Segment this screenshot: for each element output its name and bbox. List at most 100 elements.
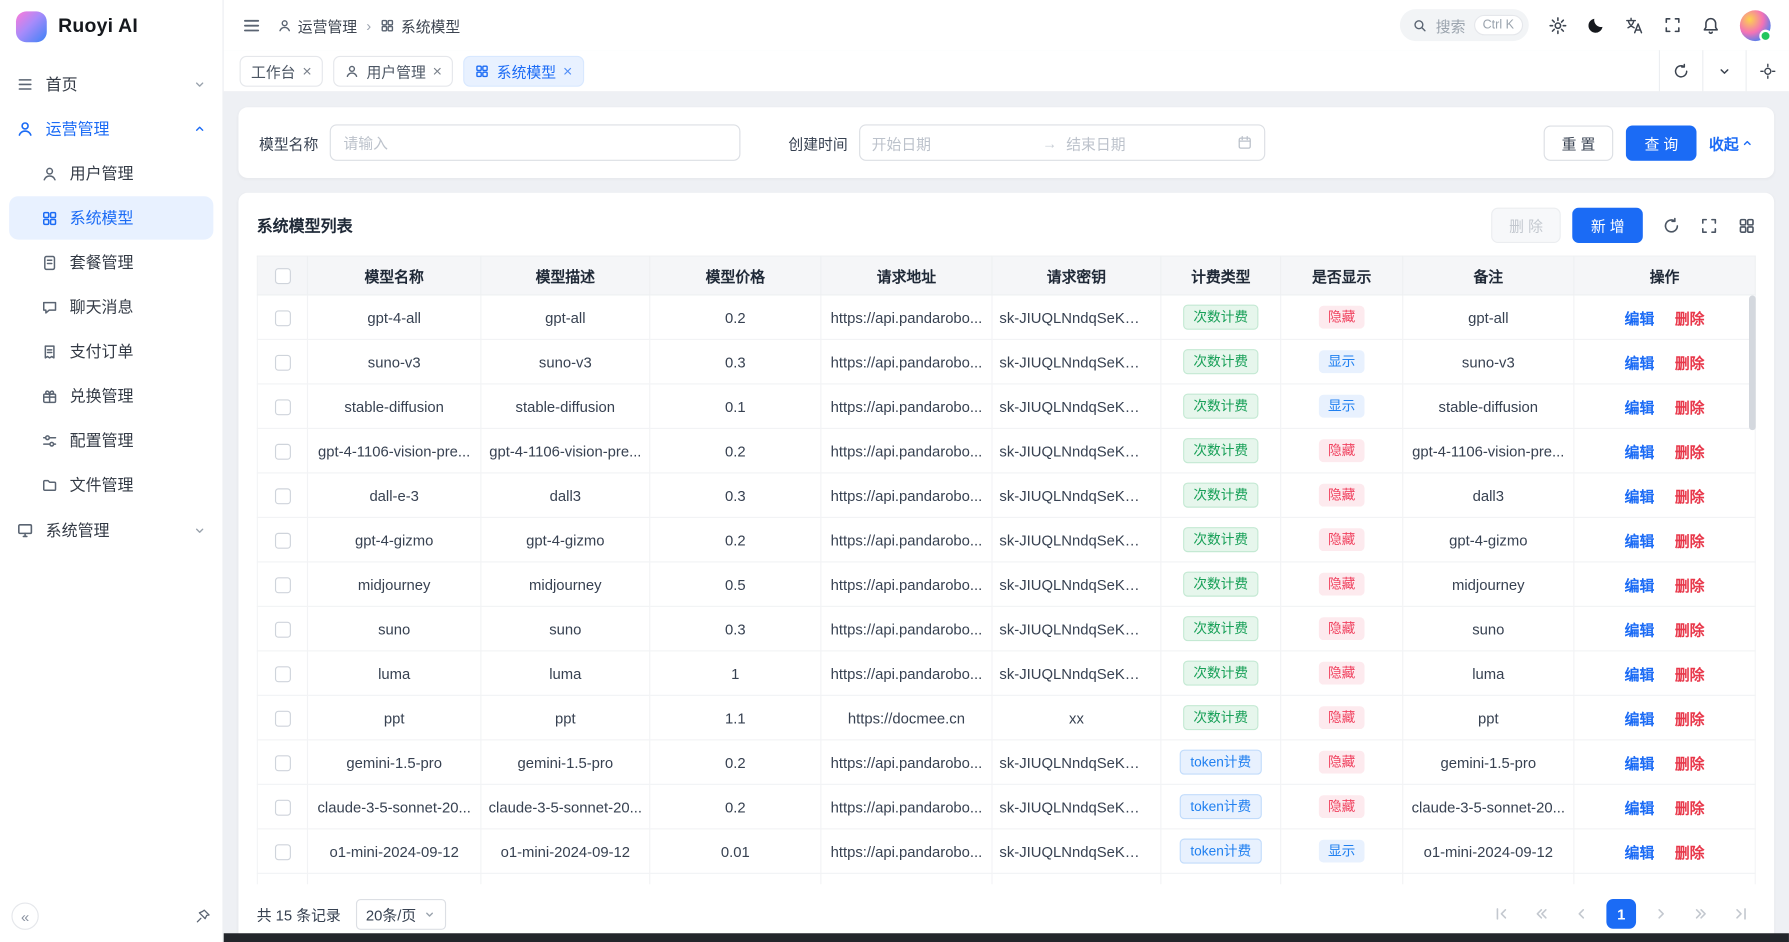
row-delete-link[interactable]: 删除 <box>1675 354 1705 371</box>
sidebar-item-config-management[interactable]: 配置管理 <box>9 419 213 462</box>
edit-link[interactable]: 编辑 <box>1625 443 1655 460</box>
row-delete-link[interactable]: 删除 <box>1675 488 1705 505</box>
last-page-icon[interactable] <box>1726 899 1756 929</box>
column-settings-icon[interactable] <box>1738 216 1756 234</box>
date-range-picker[interactable]: 开始日期 → 结束日期 <box>859 124 1265 161</box>
next-page-icon[interactable] <box>1646 899 1676 929</box>
row-delete-link[interactable]: 删除 <box>1675 755 1705 772</box>
prev-page-icon[interactable] <box>1566 899 1596 929</box>
translate-icon[interactable] <box>1625 15 1644 34</box>
close-icon[interactable]: × <box>433 63 442 79</box>
sidebar-item-payment-orders[interactable]: 支付订单 <box>9 330 213 373</box>
column-header[interactable]: 请求地址 <box>821 256 992 295</box>
row-checkbox[interactable] <box>274 444 290 460</box>
edit-link[interactable]: 编辑 <box>1625 799 1655 816</box>
close-icon[interactable]: × <box>302 63 311 79</box>
column-header[interactable]: 备注 <box>1403 256 1574 295</box>
row-checkbox[interactable] <box>274 622 290 638</box>
column-header[interactable]: 模型名称 <box>307 256 480 295</box>
row-checkbox[interactable] <box>274 800 290 816</box>
reset-button[interactable]: 重 置 <box>1543 125 1613 160</box>
edit-link[interactable]: 编辑 <box>1625 666 1655 683</box>
user-avatar[interactable] <box>1740 10 1771 41</box>
first-page-icon[interactable] <box>1487 899 1517 929</box>
refresh-icon[interactable] <box>1662 216 1680 234</box>
row-delete-link[interactable]: 删除 <box>1675 710 1705 727</box>
current-page-button[interactable]: 1 <box>1606 899 1636 929</box>
notifications-bell-icon[interactable] <box>1701 15 1720 34</box>
sidebar-collapse-button[interactable]: « <box>11 902 38 929</box>
edit-link[interactable]: 编辑 <box>1625 399 1655 416</box>
row-delete-link[interactable]: 删除 <box>1675 799 1705 816</box>
sidebar-item-package-management[interactable]: 套餐管理 <box>9 241 213 284</box>
row-checkbox[interactable] <box>274 533 290 549</box>
table-fullscreen-icon[interactable] <box>1700 216 1718 234</box>
sidebar-item-home[interactable]: 首页 <box>0 62 222 106</box>
column-header[interactable]: 计费类型 <box>1161 256 1281 295</box>
row-checkbox[interactable] <box>274 666 290 682</box>
add-button[interactable]: 新 增 <box>1573 208 1643 243</box>
tab-system-models[interactable]: 系统模型 × <box>464 55 584 86</box>
sidebar-item-exchange-management[interactable]: 兑换管理 <box>9 374 213 417</box>
row-delete-link[interactable]: 删除 <box>1675 577 1705 594</box>
hamburger-menu-icon[interactable] <box>242 15 261 34</box>
column-header[interactable]: 操作 <box>1574 256 1755 295</box>
edit-link[interactable]: 编辑 <box>1625 488 1655 505</box>
edit-link[interactable]: 编辑 <box>1625 532 1655 549</box>
global-search[interactable]: 搜索 Ctrl K <box>1400 9 1528 41</box>
column-header[interactable]: 模型价格 <box>650 256 821 295</box>
row-delete-link[interactable]: 删除 <box>1675 310 1705 327</box>
maximize-content-icon[interactable] <box>1746 50 1789 91</box>
tab-user-management[interactable]: 用户管理 × <box>333 55 453 86</box>
row-delete-link[interactable]: 删除 <box>1675 532 1705 549</box>
dark-mode-moon-icon[interactable] <box>1587 16 1605 34</box>
vertical-scrollbar[interactable] <box>1749 295 1756 884</box>
row-delete-link[interactable]: 删除 <box>1675 844 1705 861</box>
model-name-input[interactable] <box>330 124 741 161</box>
edit-link[interactable]: 编辑 <box>1625 844 1655 861</box>
settings-gear-icon[interactable] <box>1548 15 1567 34</box>
query-button[interactable]: 查 询 <box>1626 125 1696 160</box>
sidebar-item-file-management[interactable]: 文件管理 <box>9 463 213 506</box>
row-checkbox[interactable] <box>274 577 290 593</box>
edit-link[interactable]: 编辑 <box>1625 755 1655 772</box>
sidebar-item-chat-messages[interactable]: 聊天消息 <box>9 285 213 328</box>
chevron-down-icon[interactable] <box>1702 50 1745 91</box>
sidebar-item-user-management[interactable]: 用户管理 <box>9 152 213 195</box>
breadcrumb-item-system-models[interactable]: 系统模型 <box>380 14 460 36</box>
scrollbar-thumb[interactable] <box>1749 295 1756 430</box>
column-header[interactable]: 是否显示 <box>1281 256 1403 295</box>
row-checkbox[interactable] <box>274 844 290 860</box>
row-checkbox[interactable] <box>274 488 290 504</box>
refresh-icon[interactable] <box>1659 50 1702 91</box>
row-checkbox[interactable] <box>274 310 290 326</box>
collapse-filter-link[interactable]: 收起 <box>1709 132 1754 154</box>
sidebar-item-operations[interactable]: 运营管理 <box>0 106 222 150</box>
page-size-select[interactable]: 20条/页 <box>356 898 446 929</box>
row-delete-link[interactable]: 删除 <box>1675 443 1705 460</box>
sidebar-item-system-models[interactable]: 系统模型 <box>9 196 213 239</box>
row-checkbox[interactable] <box>274 755 290 771</box>
row-delete-link[interactable]: 删除 <box>1675 399 1705 416</box>
row-checkbox[interactable] <box>274 355 290 371</box>
pin-icon[interactable] <box>195 908 211 924</box>
edit-link[interactable]: 编辑 <box>1625 577 1655 594</box>
row-checkbox[interactable] <box>274 711 290 727</box>
fullscreen-icon[interactable] <box>1663 16 1681 34</box>
close-icon[interactable]: × <box>563 63 572 79</box>
column-header[interactable]: 模型描述 <box>481 256 650 295</box>
row-delete-link[interactable]: 删除 <box>1675 666 1705 683</box>
column-header[interactable]: 请求密钥 <box>992 256 1161 295</box>
tab-workbench[interactable]: 工作台 × <box>240 55 324 86</box>
select-all-checkbox[interactable] <box>274 268 290 284</box>
edit-link[interactable]: 编辑 <box>1625 621 1655 638</box>
row-delete-link[interactable]: 删除 <box>1675 621 1705 638</box>
edit-link[interactable]: 编辑 <box>1625 710 1655 727</box>
breadcrumb-item-operations[interactable]: 运营管理 <box>277 14 357 36</box>
jump-back-icon[interactable] <box>1527 899 1557 929</box>
bulk-delete-button[interactable]: 删 除 <box>1491 208 1561 243</box>
edit-link[interactable]: 编辑 <box>1625 354 1655 371</box>
row-checkbox[interactable] <box>274 399 290 415</box>
jump-forward-icon[interactable] <box>1686 899 1716 929</box>
sidebar-item-system-management[interactable]: 系统管理 <box>0 508 222 552</box>
